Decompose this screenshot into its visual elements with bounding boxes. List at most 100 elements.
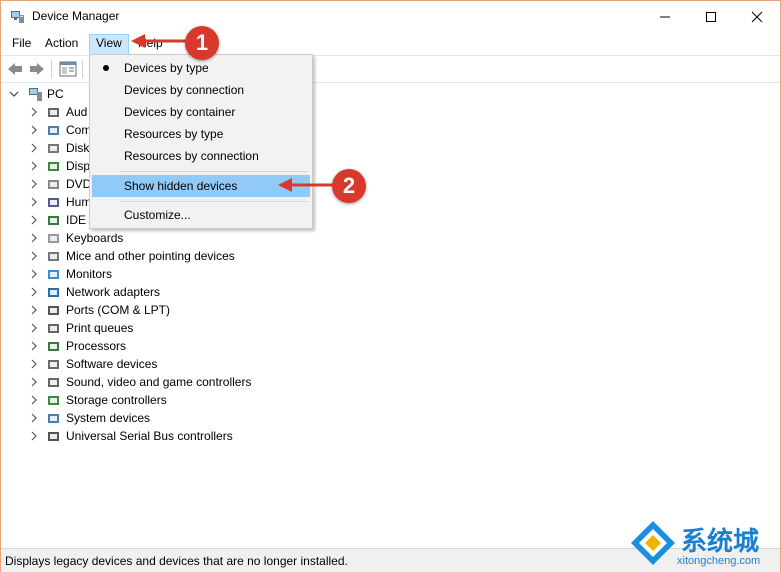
chevron-right-icon[interactable] [29, 139, 39, 157]
software-device-icon [48, 360, 59, 369]
watermark: 系统城 xitongcheng.com [625, 515, 780, 571]
menu-item-resources-by-connection[interactable]: Resources by connection [92, 145, 310, 167]
chevron-right-icon[interactable] [29, 247, 39, 265]
display-adapter-icon [48, 162, 59, 171]
menu-item-label: Resources by type [124, 127, 224, 141]
ide-controller-icon [48, 216, 59, 225]
monitor-icon [48, 270, 59, 279]
status-text: Displays legacy devices and devices that… [5, 554, 348, 568]
radio-bullet-icon [103, 65, 109, 71]
menu-bar: File Action View Help [1, 32, 780, 55]
menu-action[interactable]: Action [39, 34, 84, 53]
menu-view[interactable]: View [89, 34, 129, 55]
chevron-right-icon[interactable] [29, 121, 39, 139]
dvd-drive-icon [48, 180, 59, 189]
chevron-right-icon[interactable] [29, 427, 39, 445]
sound-icon [48, 378, 59, 387]
callout-arrow-2 [278, 178, 334, 192]
minimize-button[interactable] [642, 1, 688, 32]
chevron-right-icon[interactable] [29, 193, 39, 211]
mouse-icon [48, 252, 59, 261]
chevron-right-icon[interactable] [29, 283, 39, 301]
menu-separator [120, 201, 308, 202]
chevron-right-icon[interactable] [29, 337, 39, 355]
maximize-button[interactable] [688, 1, 734, 32]
chevron-right-icon[interactable] [29, 157, 39, 175]
tree-item-label: Network adapters [66, 285, 161, 299]
menu-item-label: Devices by type [124, 61, 209, 75]
close-icon [751, 11, 763, 22]
back-arrow-icon[interactable] [6, 60, 24, 78]
disk-drive-icon [48, 144, 59, 153]
hid-icon [48, 198, 59, 207]
menu-separator [120, 171, 308, 172]
forward-arrow-icon[interactable] [28, 60, 46, 78]
chevron-right-icon[interactable] [29, 409, 39, 427]
menu-item-label: Show hidden devices [124, 179, 238, 193]
tree-item-label: Storage controllers [66, 393, 167, 407]
callout-badge-1: 1 [185, 26, 219, 60]
tree-item-label: Sound, video and game controllers [66, 375, 252, 389]
tree-item-label: Software devices [66, 357, 158, 371]
computer-icon [48, 126, 59, 135]
menu-item-resources-by-type[interactable]: Resources by type [92, 123, 310, 145]
title-bar[interactable]: Device Manager [1, 1, 780, 32]
menu-item-devices-by-container[interactable]: Devices by container [92, 101, 310, 123]
tree-item-label: DVD [66, 177, 92, 191]
chevron-right-icon[interactable] [29, 319, 39, 337]
chevron-right-icon[interactable] [29, 301, 39, 319]
tree-item-label: Mice and other pointing devices [66, 249, 235, 263]
menu-item-label: Devices by connection [124, 83, 245, 97]
menu-item-label: Devices by container [124, 105, 236, 119]
tree-item-label: Processors [66, 339, 127, 353]
system-device-icon [48, 414, 59, 423]
device-manager-icon [11, 11, 24, 23]
properties-icon[interactable] [59, 60, 77, 78]
menu-file[interactable]: File [6, 34, 37, 53]
chevron-right-icon[interactable] [29, 229, 39, 247]
processor-icon [48, 342, 59, 351]
tree-root-label: PC [47, 87, 64, 101]
menu-item-devices-by-type[interactable]: Devices by type [92, 57, 310, 79]
watermark-logo-icon [631, 521, 675, 565]
chevron-right-icon[interactable] [29, 175, 39, 193]
close-button[interactable] [734, 1, 780, 32]
menu-item-devices-by-connection[interactable]: Devices by connection [92, 79, 310, 101]
chevron-right-icon[interactable] [29, 355, 39, 373]
chevron-right-icon[interactable] [29, 373, 39, 391]
view-menu-dropdown: Devices by type Devices by connection De… [89, 54, 313, 229]
chevron-right-icon[interactable] [29, 103, 39, 121]
menu-item-label: Resources by connection [124, 149, 259, 163]
toolbar-separator [51, 60, 52, 78]
tree-item-label: Print queues [66, 321, 134, 335]
usb-icon [48, 432, 59, 441]
tree-item-label: System devices [66, 411, 151, 425]
tree-item-label: Com [66, 123, 92, 137]
chevron-down-icon[interactable] [9, 85, 19, 103]
tree-item-label: Disp [66, 159, 91, 173]
tree-item-label: Universal Serial Bus controllers [66, 429, 233, 443]
storage-controller-icon [48, 396, 59, 405]
tree-item-label: Ports (COM & LPT) [66, 303, 171, 317]
menu-item-customize[interactable]: Customize... [92, 204, 310, 226]
port-icon [48, 306, 59, 315]
speaker-icon [48, 108, 59, 117]
device-manager-window: Device Manager File Action View Help PC … [0, 0, 781, 572]
window-title: Device Manager [32, 9, 120, 23]
tree-item-label: Aud [66, 105, 88, 119]
chevron-right-icon[interactable] [29, 211, 39, 229]
network-adapter-icon [48, 288, 59, 297]
maximize-icon [706, 11, 716, 22]
watermark-text: 系统城 [681, 527, 760, 557]
tree-item-label: Keyboards [66, 231, 124, 245]
pc-icon [29, 88, 42, 101]
toolbar-separator [82, 60, 83, 78]
keyboard-icon [48, 234, 59, 243]
chevron-right-icon[interactable] [29, 265, 39, 283]
tree-item-label: Disk [66, 141, 90, 155]
watermark-url: xitongcheng.com [677, 555, 761, 567]
menu-item-label: Customize... [124, 208, 191, 222]
minimize-icon [660, 16, 670, 17]
printer-icon [48, 324, 59, 333]
chevron-right-icon[interactable] [29, 391, 39, 409]
